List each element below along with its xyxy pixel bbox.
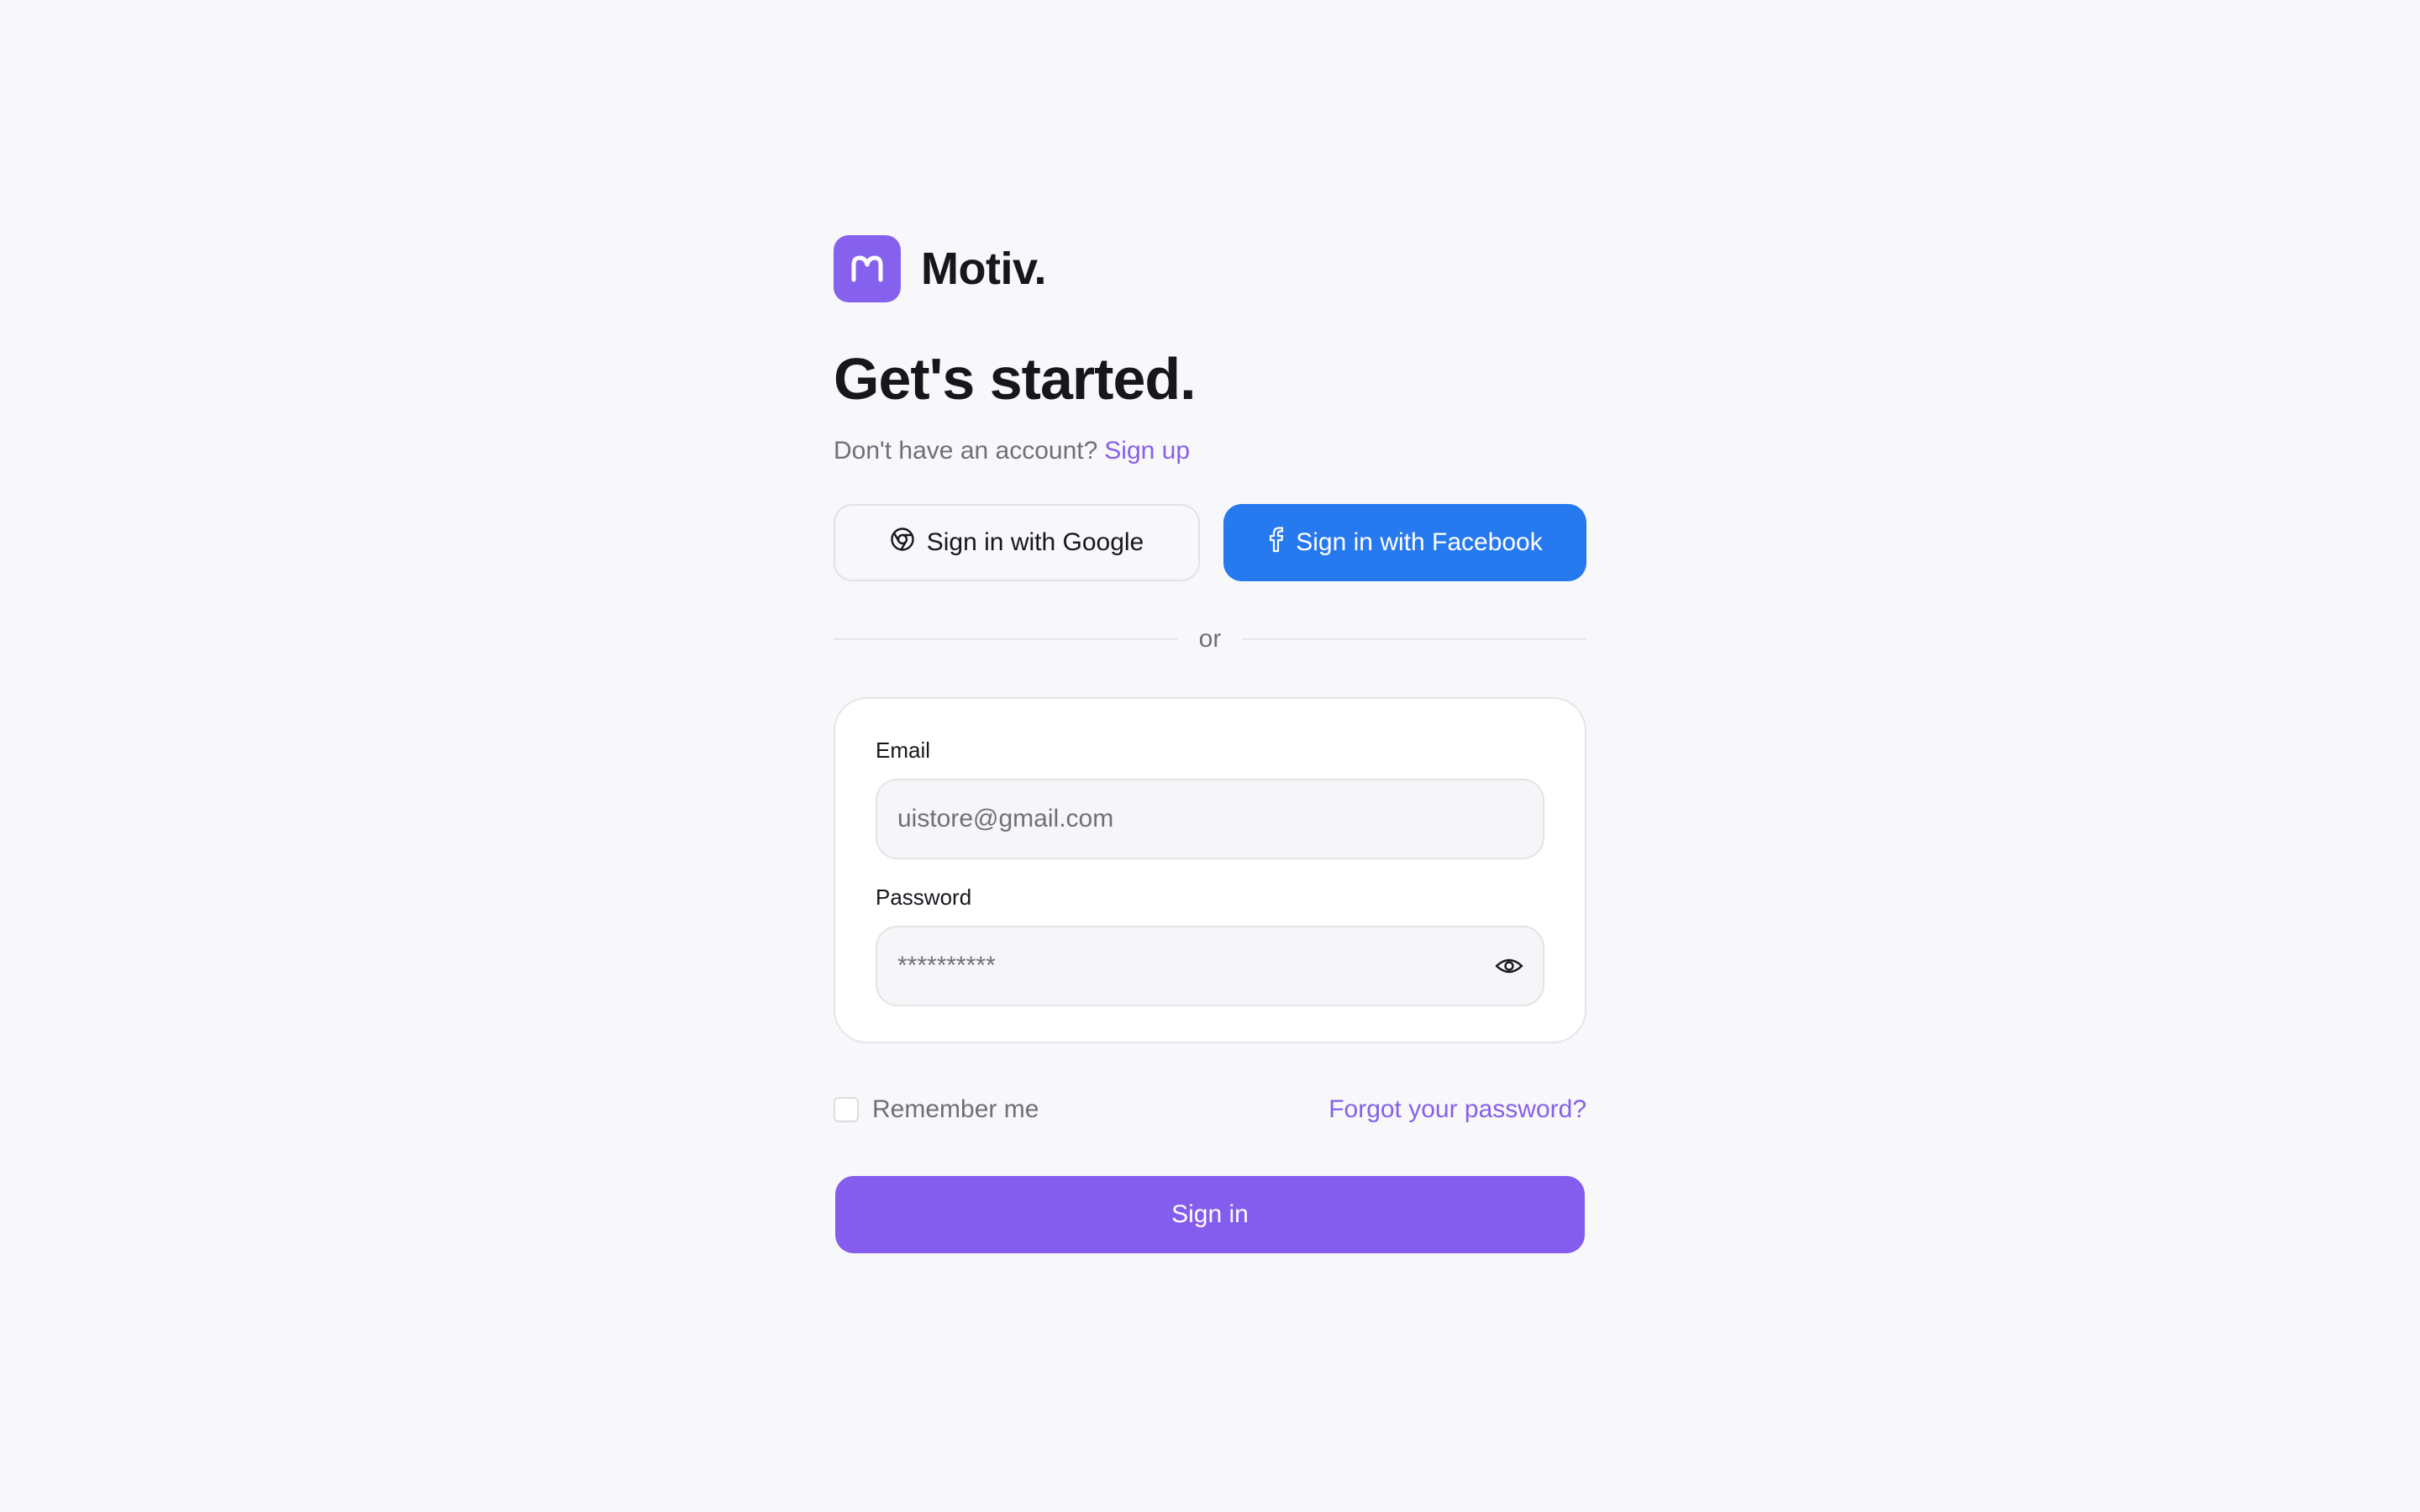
signup-prompt: Don't have an account? Sign up bbox=[834, 437, 1586, 465]
divider-line-left bbox=[834, 638, 1177, 640]
google-signin-label: Sign in with Google bbox=[926, 528, 1144, 556]
eye-icon[interactable] bbox=[1494, 951, 1524, 981]
signup-link[interactable]: Sign up bbox=[1104, 437, 1190, 465]
login-form-card: Email Password bbox=[834, 697, 1586, 1043]
forgot-password-link[interactable]: Forgot your password? bbox=[1328, 1095, 1586, 1124]
brand-name: Motiv. bbox=[921, 244, 1046, 294]
password-label: Password bbox=[876, 885, 972, 910]
google-signin-button[interactable]: Sign in with Google bbox=[834, 504, 1200, 581]
password-field-box bbox=[876, 926, 1544, 1006]
or-divider: or bbox=[834, 625, 1586, 654]
signin-button[interactable]: Sign in bbox=[835, 1176, 1585, 1253]
remember-me-label: Remember me bbox=[872, 1095, 1039, 1123]
social-login-row: Sign in with Google Sign in with Faceboo… bbox=[834, 504, 1586, 581]
password-field[interactable] bbox=[896, 951, 1494, 981]
page-title: Get's started. bbox=[834, 346, 1197, 412]
email-field-box bbox=[876, 779, 1544, 859]
signup-prompt-text: Don't have an account? bbox=[834, 437, 1098, 465]
facebook-signin-label: Sign in with Facebook bbox=[1296, 528, 1543, 556]
m-letter-icon bbox=[834, 235, 901, 302]
chrome-icon bbox=[890, 527, 915, 559]
email-field[interactable] bbox=[896, 804, 1524, 834]
login-panel: Motiv. Get's started. Don't have an acco… bbox=[834, 235, 1586, 1253]
facebook-signin-button[interactable]: Sign in with Facebook bbox=[1223, 504, 1586, 581]
form-options-row: Remember me Forgot your password? bbox=[834, 1095, 1586, 1124]
divider-line-right bbox=[1243, 638, 1586, 640]
remember-me-checkbox[interactable] bbox=[834, 1097, 859, 1122]
divider-text: or bbox=[1198, 625, 1222, 653]
facebook-icon bbox=[1267, 526, 1284, 559]
remember-me: Remember me bbox=[834, 1095, 1039, 1124]
email-label: Email bbox=[876, 738, 931, 763]
brand: Motiv. bbox=[834, 235, 1586, 302]
